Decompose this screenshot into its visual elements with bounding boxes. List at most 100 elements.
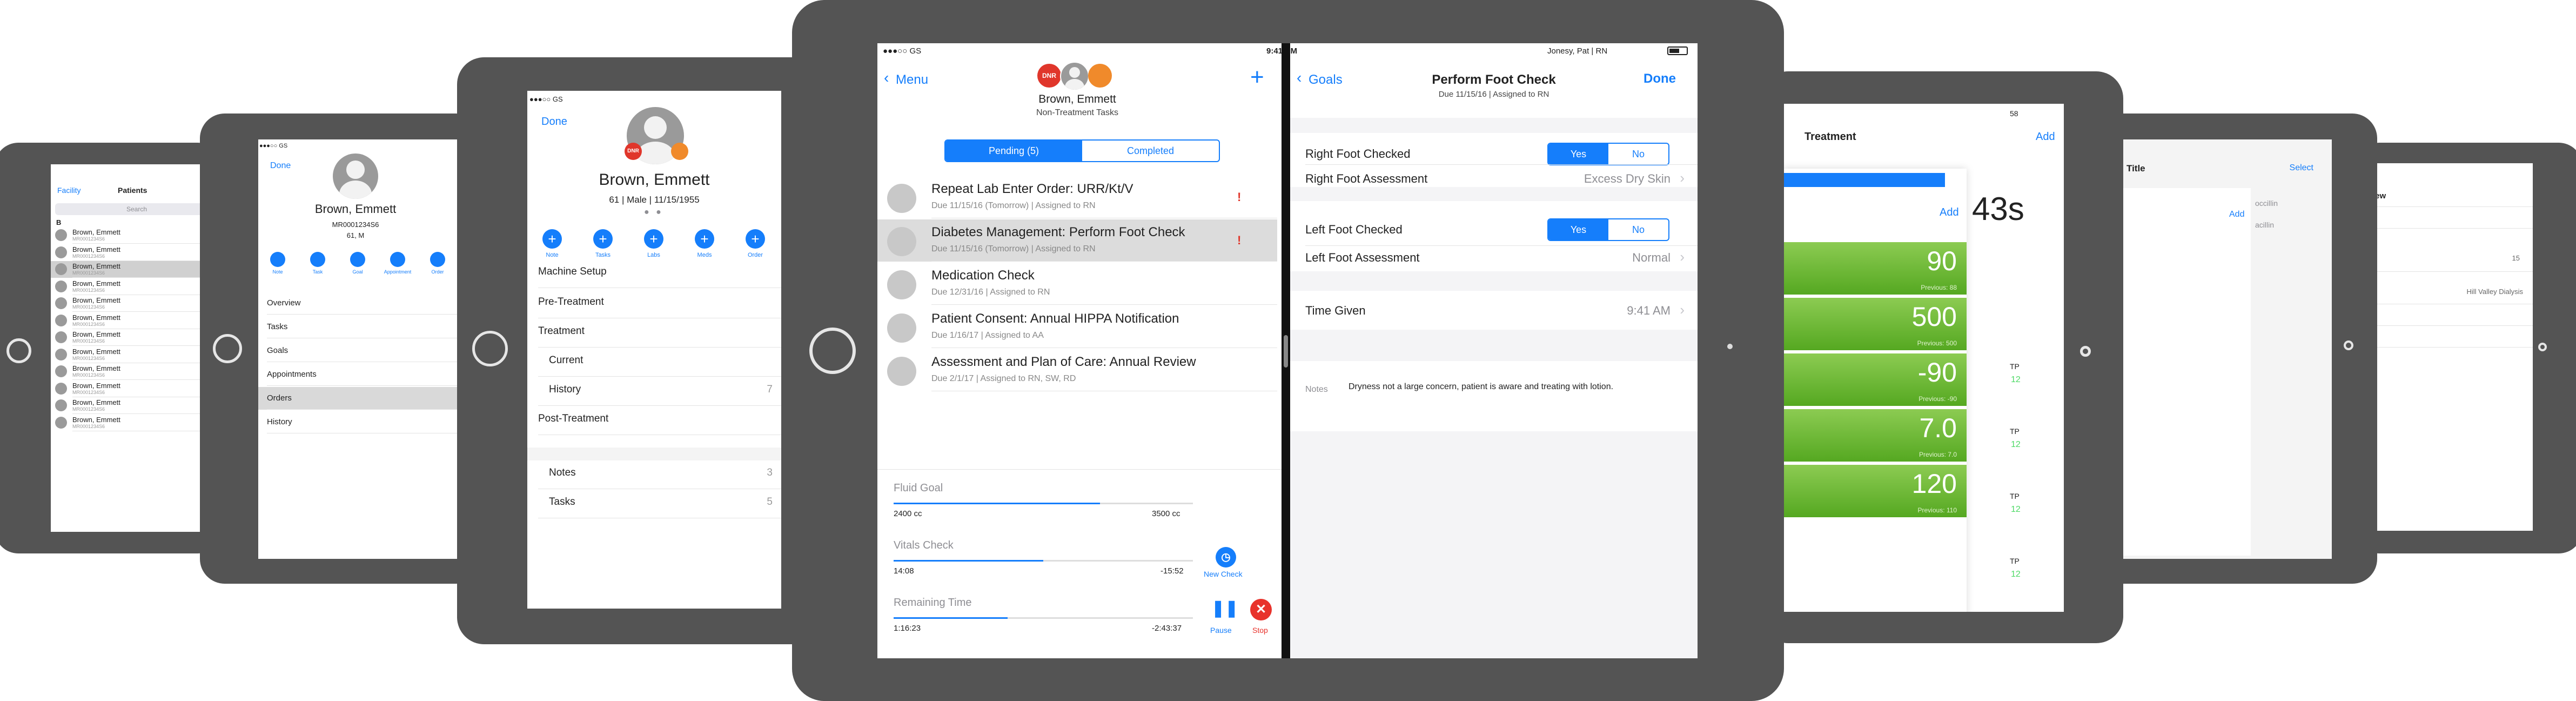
home-button[interactable] [2080,346,2091,357]
left-foot-assessment-label[interactable]: Left Foot Assessment [1305,251,1420,265]
menu-back-button[interactable]: ‹ [884,69,889,86]
task-status-icon[interactable] [887,270,916,299]
patient-row[interactable]: Brown, Emmett MR0001234S6 [51,261,213,278]
pause-icon[interactable]: ❚❚ [1211,599,1238,618]
action-label[interactable]: Meds [688,252,721,258]
vital-tile[interactable]: 7.0 Previous: 7.0 [1783,409,1967,462]
action-label[interactable]: Tasks [587,252,619,258]
home-button[interactable] [6,338,31,363]
task-row[interactable]: Diabetes Management: Perform Foot Check D… [877,219,1277,262]
menu-item[interactable]: Tasks [549,496,575,508]
tab-pending[interactable]: Pending (5) [945,141,1082,161]
patient-row[interactable]: Brown, Emmett MR0001234S6 [51,295,213,312]
new-check-icon[interactable]: ◷ [1216,547,1236,568]
left-foot-assessment-value[interactable]: Normal [1632,251,1671,265]
tab-completed[interactable]: Completed [1082,141,1219,161]
select-button[interactable]: Select [2290,163,2313,173]
split-handle[interactable] [1284,335,1288,368]
action-note-icon[interactable] [270,252,285,267]
action-label[interactable]: Appointment [381,269,414,275]
done-button[interactable]: Done [1643,71,1676,86]
action-note-icon[interactable]: + [542,229,562,249]
action-task-icon[interactable] [310,252,325,267]
task-row[interactable]: Repeat Lab Enter Order: URR/Kt/V Due 11/1… [877,176,1277,218]
home-button[interactable] [2538,343,2547,351]
patient-row[interactable]: Brown, Emmett MR0001234S6 [51,278,213,295]
patient-row[interactable]: Brown, Emmett MR0001234S6 [51,312,213,329]
item-2[interactable]: acillin [2255,221,2274,229]
right-foot-yes[interactable]: Yes [1548,144,1608,164]
time-given-label[interactable]: Time Given [1305,304,1366,318]
home-button[interactable] [2344,341,2353,350]
sheet-add-button[interactable]: Add [1940,206,1959,219]
right-foot-assessment-value[interactable]: Excess Dry Skin [1584,172,1671,186]
vital-tile[interactable]: 120 Previous: 110 [1783,465,1967,517]
right-foot-no[interactable]: No [1608,144,1668,164]
action-labs-icon[interactable]: + [644,229,663,249]
tab-patients[interactable]: Patients [118,186,147,195]
home-button[interactable] [213,334,242,363]
task-status-icon[interactable] [887,184,916,213]
task-row[interactable]: Medication Check Due 12/31/16 | Assigned … [877,263,1277,305]
search-field[interactable]: Search [126,205,147,213]
add-button[interactable]: Add [2036,131,2055,143]
patient-row[interactable]: Brown, Emmett MR0001234S6 [51,227,213,244]
action-tasks-icon[interactable]: + [593,229,613,249]
stop-label[interactable]: Stop [1252,626,1268,635]
action-label[interactable]: Order [421,269,454,275]
action-label[interactable]: Goal [341,269,374,275]
new-check-label[interactable]: New Check [1204,570,1243,578]
action-label[interactable]: Note [536,252,568,258]
menu-row[interactable]: Appointments3 [258,363,469,386]
time-given-value[interactable]: 9:41 AM [1627,304,1671,318]
patient-row[interactable]: Brown, Emmett MR0001234S6 [51,363,213,380]
menu-item[interactable]: Post-Treatment [538,413,608,425]
stop-icon[interactable]: ✕ [1250,599,1272,620]
vital-tile[interactable]: 90 Previous: 88 [1783,242,1967,295]
menu-row[interactable]: Overview [258,292,469,315]
left-foot-yes[interactable]: Yes [1548,219,1608,240]
action-meds-icon[interactable]: + [695,229,714,249]
action-order-icon[interactable] [430,252,445,267]
action-label[interactable]: Labs [638,252,670,258]
action-label[interactable]: Note [261,269,294,275]
left-foot-no[interactable]: No [1608,219,1668,240]
action-label[interactable]: Order [739,252,772,258]
task-row[interactable]: Assessment and Plan of Care: Annual Revi… [877,349,1277,391]
notes-text[interactable]: Dryness not a large concern, patient is … [1349,380,1651,393]
add-button[interactable]: Add [2229,210,2244,219]
vital-tile[interactable]: 500 Previous: 500 [1783,298,1967,350]
menu-item[interactable]: Treatment [538,325,585,337]
vital-tile[interactable]: -90 Previous: -90 [1783,353,1967,406]
menu-item[interactable]: History [549,384,581,396]
menu-item[interactable]: Current [549,355,583,366]
task-status-icon[interactable] [887,313,916,343]
menu-row[interactable]: Goals4 [258,339,469,362]
menu-row[interactable]: History [258,411,469,433]
menu-row[interactable]: Tasks5 [258,316,469,338]
home-button[interactable] [472,331,508,366]
patient-row[interactable]: Brown, Emmett MR0001234S6 [51,397,213,414]
add-icon[interactable]: + [1250,64,1264,91]
task-row[interactable]: Patient Consent: Annual HIPPA Notificati… [877,306,1277,348]
patient-row[interactable]: Brown, Emmett MR0001234S6 [51,329,213,346]
done-button[interactable]: Done [541,116,567,128]
action-order-icon[interactable]: + [746,229,765,249]
action-label[interactable]: Task [301,269,334,275]
right-foot-assessment-label[interactable]: Right Foot Assessment [1305,172,1427,186]
patient-row[interactable]: Brown, Emmett MR0001234S6 [51,244,213,261]
action-goal-icon[interactable] [350,252,365,267]
done-button[interactable]: Done [270,161,291,171]
menu-item[interactable]: Pre-Treatment [538,296,604,308]
task-status-icon[interactable] [887,357,916,386]
task-status-icon[interactable] [887,227,916,256]
action-appointment-icon[interactable] [390,252,405,267]
home-button[interactable] [809,328,856,374]
patient-row[interactable]: Brown, Emmett MR0001234S6 [51,380,213,397]
patient-row[interactable]: Brown, Emmett MR0001234S6 [51,346,213,363]
tab-facility[interactable]: Facility [57,186,81,195]
menu-back-label[interactable]: Menu [896,72,928,88]
menu-item[interactable]: Notes [549,467,576,479]
menu-row[interactable]: Orders3 [258,387,469,410]
patient-row[interactable]: Brown, Emmett MR0001234S6 [51,415,213,431]
